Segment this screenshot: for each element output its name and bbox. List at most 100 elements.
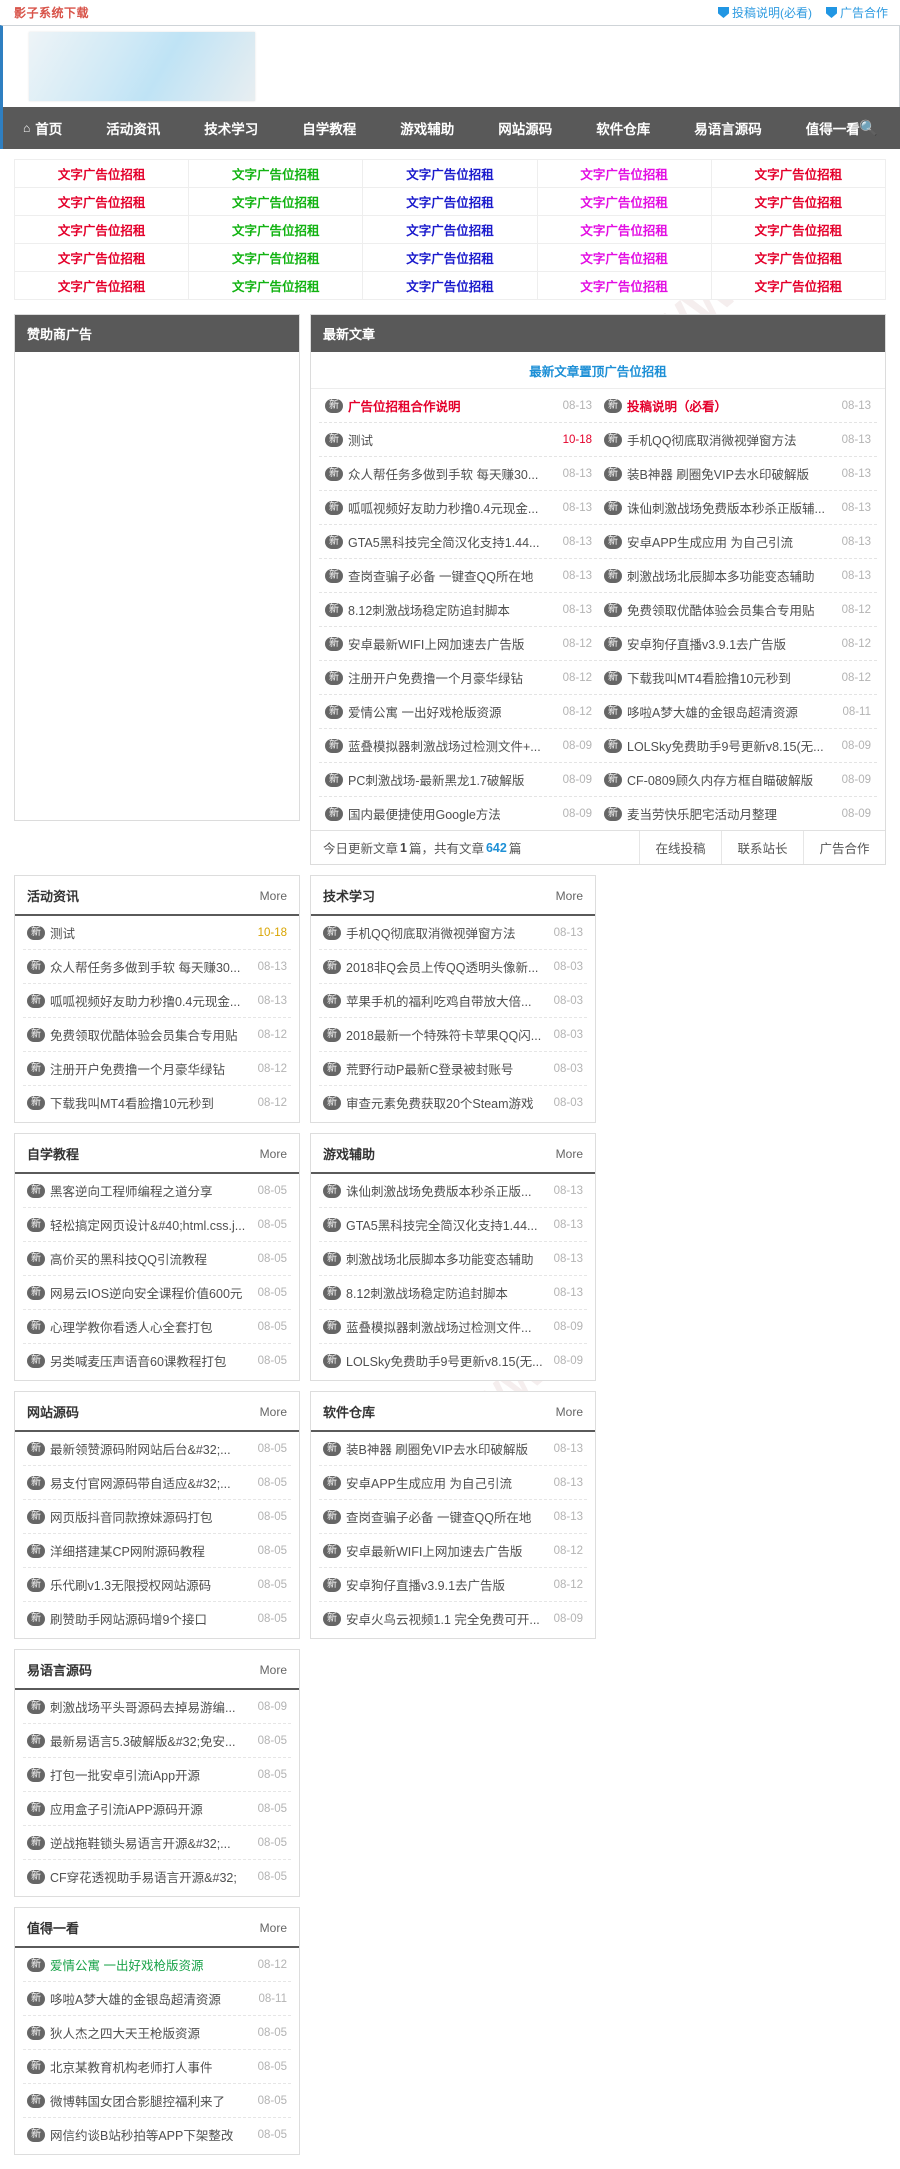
category-more-link[interactable]: More [260,1663,287,1677]
category-more-link[interactable]: More [260,1147,287,1161]
text-ad-cell[interactable]: 文字广告位招租 [13,159,190,188]
article-link[interactable]: 安卓狗仔直播v3.9.1去广告版 [627,634,831,653]
article-link[interactable]: 装B神器 刷圈免VIP去水印破解版 [627,464,831,483]
category-item-link[interactable]: 应用盒子引流iAPP源码开源 [50,1799,253,1818]
nav-item-game[interactable]: 游戏辅助 [378,118,476,138]
category-item-link[interactable]: 爱情公寓 一出好戏枪版资源 [50,1955,253,1974]
text-ad-cell[interactable]: 文字广告位招租 [536,215,712,244]
category-item-link[interactable]: 黑客逆向工程师编程之道分享 [50,1181,253,1200]
text-ad-cell[interactable]: 文字广告位招租 [710,243,887,272]
article-link[interactable]: GTA5黑科技完全简汉化支持1.44... [348,532,552,551]
site-logo[interactable] [29,32,255,101]
text-ad-cell[interactable]: 文字广告位招租 [536,243,712,272]
top-link-submission[interactable]: 投稿说明(必看) [717,4,812,21]
category-item-link[interactable]: 装B神器 刷圈免VIP去水印破解版 [346,1439,549,1458]
article-link[interactable]: 国内最便捷使用Google方法 [348,804,552,823]
category-more-link[interactable]: More [556,1405,583,1419]
text-ad-cell[interactable]: 文字广告位招租 [13,243,190,272]
category-item-link[interactable]: 注册开户免费撸一个月豪华绿钻 [50,1059,253,1078]
category-item-link[interactable]: 诛仙刺激战场免费版本秒杀正版... [346,1181,549,1200]
contact-admin-button[interactable]: 联系站长 [721,831,803,864]
top-link-advertising[interactable]: 广告合作 [825,4,888,21]
article-link[interactable]: LOLSky免费助手9号更新v8.15(无... [627,736,831,755]
article-link[interactable]: 诛仙刺激战场免费版本秒杀正版辅... [627,498,831,517]
category-item-link[interactable]: 安卓APP生成应用 为自己引流 [346,1473,549,1492]
category-item-link[interactable]: 北京某教育机构老师打人事件 [50,2057,253,2076]
category-item-link[interactable]: 下载我叫MT4看脸撸10元秒到 [50,1093,253,1112]
article-link[interactable]: 广告位招租合作说明 [348,396,552,415]
article-link[interactable]: 呱呱视频好友助力秒撸0.4元现金... [348,498,552,517]
text-ad-cell[interactable]: 文字广告位招租 [536,187,712,216]
article-link[interactable]: 蓝叠模拟器刺激战场过检测文件+... [348,736,552,755]
latest-top-ad-link[interactable]: 最新文章置顶广告位招租 [529,365,667,379]
text-ad-cell[interactable]: 文字广告位招租 [188,271,364,300]
category-item-link[interactable]: 蓝叠模拟器刺激战场过检测文件... [346,1317,549,1336]
text-ad-cell[interactable]: 文字广告位招租 [362,187,538,216]
category-item-link[interactable]: 乐代刷v1.3无限授权网站源码 [50,1575,253,1594]
category-item-link[interactable]: 8.12刺激战场稳定防追封脚本 [346,1283,549,1302]
article-link[interactable]: 投稿说明（必看） [627,396,831,415]
nav-item-source[interactable]: 网站源码 [476,118,574,138]
category-item-link[interactable]: 微博韩国女团合影腿控福利来了 [50,2091,253,2110]
article-link[interactable]: 麦当劳快乐肥宅活动月整理 [627,804,831,823]
submit-online-button[interactable]: 在线投稿 [639,831,721,864]
text-ad-cell[interactable]: 文字广告位招租 [13,215,190,244]
text-ad-cell[interactable]: 文字广告位招租 [710,215,887,244]
category-more-link[interactable]: More [260,1405,287,1419]
category-item-link[interactable]: 呱呱视频好友助力秒撸0.4元现金... [50,991,253,1010]
nav-item-software[interactable]: 软件仓库 [574,118,672,138]
category-item-link[interactable]: 高价买的黑科技QQ引流教程 [50,1249,253,1268]
category-item-link[interactable]: 刷赞助手网站源码增9个接口 [50,1609,253,1628]
text-ad-cell[interactable]: 文字广告位招租 [710,271,887,300]
category-item-link[interactable]: 洋细搭建某CP网附源码教程 [50,1541,253,1560]
category-item-link[interactable]: 测试 [50,923,253,942]
category-item-link[interactable]: 2018非Q会员上传QQ透明头像新... [346,957,549,976]
nav-item-tutorial[interactable]: 自学教程 [280,118,378,138]
category-item-link[interactable]: 荒野行动P最新C登录被封账号 [346,1059,549,1078]
category-item-link[interactable]: 安卓狗仔直播v3.9.1去广告版 [346,1575,549,1594]
article-link[interactable]: 手机QQ彻底取消微视弹窗方法 [627,430,831,449]
nav-item-tech[interactable]: 技术学习 [182,118,280,138]
article-link[interactable]: CF-0809顾久内存方框自瞄破解版 [627,770,831,789]
category-item-link[interactable]: LOLSky免费助手9号更新v8.15(无... [346,1351,549,1370]
category-item-link[interactable]: 逆战拖鞋锁头易语言开源&#32;... [50,1833,253,1852]
category-item-link[interactable]: 轻松搞定网页设计&#40;html.css.j... [50,1215,253,1234]
search-icon[interactable]: 🔍 [859,119,878,137]
category-item-link[interactable]: 最新易语言5.3破解版&#32;免安... [50,1731,253,1750]
article-link[interactable]: 安卓APP生成应用 为自己引流 [627,532,831,551]
article-link[interactable]: 众人帮任务多做到手软 每天赚30... [348,464,552,483]
category-item-link[interactable]: 易支付官网源码带自适应&#32;... [50,1473,253,1492]
category-item-link[interactable]: 打包一批安卓引流iApp开源 [50,1765,253,1784]
text-ad-cell[interactable]: 文字广告位招租 [188,159,364,188]
text-ad-cell[interactable]: 文字广告位招租 [710,159,887,188]
article-link[interactable]: 刺激战场北辰脚本多功能变态辅助 [627,566,831,585]
article-link[interactable]: 注册开户免费撸一个月豪华绿钻 [348,668,552,687]
article-link[interactable]: 查岗查骗子必备 一键查QQ所在地 [348,566,552,585]
article-link[interactable]: 8.12刺激战场稳定防追封脚本 [348,600,552,619]
category-item-link[interactable]: 哆啦A梦大雄的金银岛超清资源 [50,1989,253,2008]
text-ad-cell[interactable]: 文字广告位招租 [188,187,364,216]
category-item-link[interactable]: 刺激战场平头哥源码去掉易游编... [50,1697,253,1716]
category-item-link[interactable]: 免费领取优酷体验会员集合专用贴 [50,1025,253,1044]
category-item-link[interactable]: 审查元素免费获取20个Steam游戏 [346,1093,549,1112]
article-link[interactable]: 测试 [348,430,552,449]
category-item-link[interactable]: 2018最新一个特殊符卡苹果QQ闪... [346,1025,549,1044]
category-item-link[interactable]: GTA5黑科技完全简汉化支持1.44... [346,1215,549,1234]
article-link[interactable]: 免费领取优酷体验会员集合专用贴 [627,600,831,619]
category-item-link[interactable]: CF穿花透视助手易语言开源&#32; [50,1867,253,1886]
category-item-link[interactable]: 刺激战场北辰脚本多功能变态辅助 [346,1249,549,1268]
category-item-link[interactable]: 众人帮任务多做到手软 每天赚30... [50,957,253,976]
article-link[interactable]: 安卓最新WIFI上网加速去广告版 [348,634,552,653]
category-item-link[interactable]: 另类喊麦压声语音60课教程打包 [50,1351,253,1370]
text-ad-cell[interactable]: 文字广告位招租 [362,215,538,244]
category-more-link[interactable]: More [260,889,287,903]
ad-cooperation-button[interactable]: 广告合作 [803,831,885,864]
category-item-link[interactable]: 网页版抖音同款撩妹源码打包 [50,1507,253,1526]
text-ad-cell[interactable]: 文字广告位招租 [536,271,712,300]
category-item-link[interactable]: 心理学教你看透人心全套打包 [50,1317,253,1336]
category-item-link[interactable]: 安卓最新WIFI上网加速去广告版 [346,1541,549,1560]
text-ad-cell[interactable]: 文字广告位招租 [710,187,887,216]
sponsor-ad-area[interactable] [15,352,299,820]
nav-item-activity[interactable]: 活动资讯 [84,118,182,138]
article-link[interactable]: 爱情公寓 一出好戏枪版资源 [348,702,552,721]
